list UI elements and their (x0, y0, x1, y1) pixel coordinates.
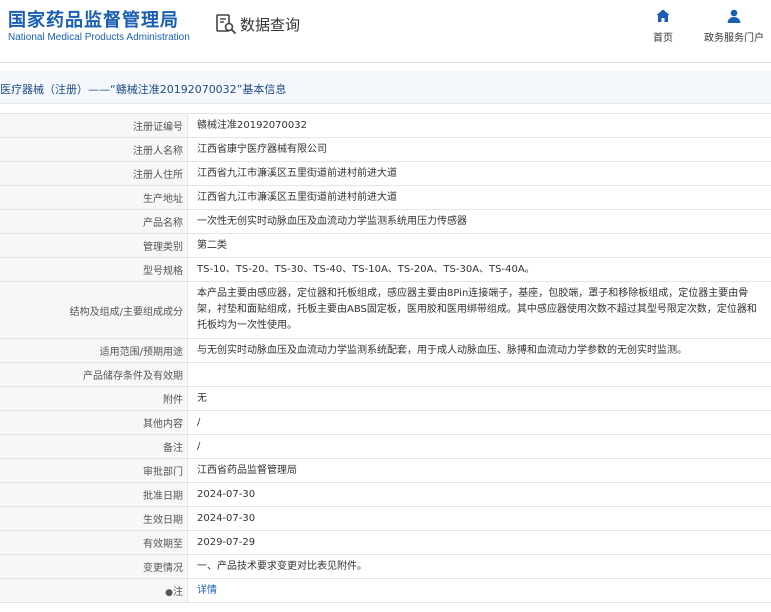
table-row: 注册人名称 江西省康宁医疗器械有限公司 (0, 137, 771, 162)
table-row: 备注 / (0, 434, 771, 459)
row-label: 型号规格 (0, 257, 188, 282)
row-label-note: ●注 (0, 578, 188, 603)
site-header: 国家药品监督管理局 National Medical Products Admi… (0, 0, 771, 62)
table-row: 生效日期 2024-07-30 (0, 506, 771, 531)
user-icon (727, 9, 741, 23)
row-value: 江西省药品监督管理局 (187, 458, 771, 483)
row-value (187, 362, 771, 387)
record-title-bar: 医疗器械（注册）——“赣械注准20192070032”基本信息 (0, 71, 771, 104)
row-value: 赣械注准20192070032 (187, 113, 771, 138)
row-value: 一次性无创实时动脉血压及血流动力学监测系统用压力传感器 (187, 209, 771, 234)
row-label: 其他内容 (0, 410, 188, 435)
row-label: 注册人名称 (0, 137, 188, 162)
table-row: 适用范围/预期用途 与无创实时动脉血压及血流动力学监测系统配套，用于成人动脉血压… (0, 338, 771, 363)
row-label: 审批部门 (0, 458, 188, 483)
row-label: 变更情况 (0, 554, 188, 579)
row-label: 注册人住所 (0, 161, 188, 186)
row-label: 备注 (0, 434, 188, 459)
table-row: 产品名称 一次性无创实时动脉血压及血流动力学监测系统用压力传感器 (0, 209, 771, 234)
detail-table: 注册证编号 赣械注准20192070032 注册人名称 江西省康宁医疗器械有限公… (0, 113, 771, 603)
table-row: ●注 详情 (0, 578, 771, 603)
nav-service-portal-label: 政务服务门户 (704, 33, 764, 44)
row-value: / (187, 434, 771, 459)
row-label: 产品名称 (0, 209, 188, 234)
table-row: 其他内容 / (0, 410, 771, 435)
row-label: 有效期至 (0, 530, 188, 555)
table-row: 生产地址 江西省九江市濂溪区五里街道前进村前进大道 (0, 185, 771, 210)
row-label: 生效日期 (0, 506, 188, 531)
row-value: 详情 (187, 578, 771, 603)
row-value: 第二类 (187, 233, 771, 258)
details-link[interactable]: 详情 (197, 585, 217, 596)
row-label: 附件 (0, 386, 188, 411)
row-label: 生产地址 (0, 185, 188, 210)
row-value: / (187, 410, 771, 435)
table-row: 型号规格 TS-10、TS-20、TS-30、TS-40、TS-10A、TS-2… (0, 257, 771, 282)
row-label: 管理类别 (0, 233, 188, 258)
row-value: 江西省九江市濂溪区五里街道前进村前进大道 (187, 185, 771, 210)
row-value: 2024-07-30 (187, 506, 771, 531)
row-label: 适用范围/预期用途 (0, 338, 188, 363)
pin-icon: ● (165, 588, 173, 598)
row-value: 江西省康宁医疗器械有限公司 (187, 137, 771, 162)
nav-home-label: 首页 (653, 33, 673, 44)
row-value: TS-10、TS-20、TS-30、TS-40、TS-10A、TS-20A、TS… (187, 257, 771, 282)
row-value: 2029-07-29 (187, 530, 771, 555)
home-icon (656, 9, 670, 22)
row-label: 产品储存条件及有效期 (0, 362, 188, 387)
data-query-label: 数据查询 (240, 15, 301, 34)
table-row: 有效期至 2029-07-29 (0, 530, 771, 555)
table-row: 管理类别 第二类 (0, 233, 771, 258)
row-value: 一、产品技术要求变更对比表见附件。 (187, 554, 771, 579)
header-divider (0, 62, 771, 63)
table-row: 审批部门 江西省药品监督管理局 (0, 458, 771, 483)
row-value: 江西省九江市濂溪区五里街道前进村前进大道 (187, 161, 771, 186)
table-row: 注册证编号 赣械注准20192070032 (0, 113, 771, 138)
data-query-button[interactable]: 数据查询 (215, 11, 300, 37)
nav-service-portal[interactable]: 政务服务门户 (698, 8, 770, 44)
row-label: 注册证编号 (0, 113, 188, 138)
table-row: 结构及组成/主要组成成分 本产品主要由感应器，定位器和托板组成，感应器主要由8P… (0, 281, 771, 339)
row-value: 无 (187, 386, 771, 411)
row-value: 与无创实时动脉血压及血流动力学监测系统配套，用于成人动脉血压、脉搏和血流动力学参… (187, 338, 771, 363)
table-row: 产品储存条件及有效期 (0, 362, 771, 387)
table-row: 注册人住所 江西省九江市濂溪区五里街道前进村前进大道 (0, 161, 771, 186)
table-row: 附件 无 (0, 386, 771, 411)
row-label: 结构及组成/主要组成成分 (0, 281, 188, 339)
note-label: 注 (173, 587, 183, 598)
site-logo-en[interactable]: National Medical Products Administration (8, 32, 190, 43)
table-row: 变更情况 一、产品技术要求变更对比表见附件。 (0, 554, 771, 579)
record-title: 医疗器械（注册）——“赣械注准20192070032”基本信息 (0, 83, 287, 96)
site-logo-cn[interactable]: 国家药品监督管理局 (8, 6, 179, 32)
document-search-icon (216, 14, 236, 34)
row-value: 2024-07-30 (187, 482, 771, 507)
row-label: 批准日期 (0, 482, 188, 507)
table-row: 批准日期 2024-07-30 (0, 482, 771, 507)
nav-home[interactable]: 首页 (627, 8, 699, 44)
row-value: 本产品主要由感应器，定位器和托板组成，感应器主要由8Pin连接端子，基座，包胶端… (187, 281, 771, 339)
